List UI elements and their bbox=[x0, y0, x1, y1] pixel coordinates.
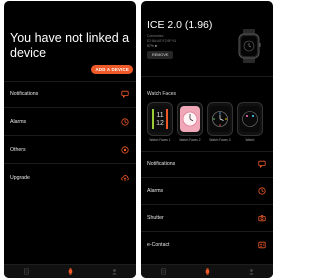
watch-face-item[interactable]: Watch Faces 3 bbox=[207, 102, 233, 142]
battery-level: 57% ■ bbox=[147, 44, 157, 48]
menu-item-label: Shutter bbox=[147, 215, 164, 221]
menu-item-label: Notifications bbox=[147, 161, 176, 167]
menu-item-others[interactable]: Others bbox=[4, 137, 136, 163]
clock-icon bbox=[120, 117, 130, 127]
page-title: You have not linked a device bbox=[10, 31, 130, 60]
watch-face-item[interactable]: Watch bbox=[237, 102, 263, 142]
svg-text:11: 11 bbox=[156, 112, 163, 119]
status-bar bbox=[4, 1, 136, 13]
watch-face-thumbnail bbox=[177, 102, 203, 136]
message-icon bbox=[257, 159, 267, 169]
menu-item-alarms[interactable]: Alarms bbox=[141, 178, 273, 204]
menu-item-label: e-Contact bbox=[147, 242, 170, 248]
menu-item-notifications[interactable]: Notifications bbox=[4, 81, 136, 107]
target-icon bbox=[120, 145, 130, 155]
watch-face-thumbnail bbox=[207, 102, 233, 136]
add-device-button[interactable]: ADD A DEVICE bbox=[91, 65, 133, 74]
menu-item-label: Alarms bbox=[10, 119, 27, 125]
camera-icon bbox=[257, 213, 267, 223]
watch-face-label: Watch Faces 2 bbox=[179, 138, 201, 142]
watch-icon[interactable] bbox=[203, 268, 211, 276]
watch-face-item[interactable]: 11 12 Watch Faces 1 bbox=[147, 102, 173, 142]
smartwatch-image bbox=[236, 29, 262, 63]
watch-face-thumbnail bbox=[237, 102, 263, 136]
menu-item-notifications[interactable]: Notifications bbox=[141, 151, 273, 177]
watch-faces-label: Watch Faces bbox=[147, 91, 176, 97]
menu-item-shutter[interactable]: Shutter bbox=[141, 205, 273, 231]
menu-item-label: Notifications bbox=[10, 91, 39, 97]
menu-item-label: Alarms bbox=[147, 188, 164, 194]
watch-face-label: Watch Faces 1 bbox=[149, 138, 171, 142]
divider bbox=[4, 135, 136, 136]
device-mac-address: E2:8A:AE:F2:9F:91 bbox=[147, 39, 177, 43]
divider bbox=[4, 107, 136, 108]
bottom-tab-bar bbox=[4, 264, 136, 278]
watch-faces-carousel[interactable]: 11 12 Watch Faces 1 Watch Faces 2 Watch F… bbox=[147, 102, 263, 142]
status-bar bbox=[141, 1, 273, 13]
device-name: ICE 2.0 (1.96) bbox=[147, 19, 213, 31]
document-icon[interactable] bbox=[159, 268, 167, 276]
watch-face-label: Watch Faces 3 bbox=[209, 138, 231, 142]
phone-screen-device-linked: ICE 2.0 (1.96) Connected E2:8A:AE:F2:9F:… bbox=[141, 1, 273, 278]
cloud-upload-icon bbox=[120, 173, 130, 183]
watch-face-thumbnail: 11 12 bbox=[147, 102, 173, 136]
divider bbox=[141, 76, 273, 77]
connection-status: Connected bbox=[147, 34, 164, 38]
profile-icon[interactable] bbox=[110, 268, 118, 276]
message-icon bbox=[120, 89, 130, 99]
phone-screen-no-device: You have not linked a device ADD A DEVIC… bbox=[4, 1, 136, 278]
document-icon[interactable] bbox=[22, 268, 30, 276]
watch-face-item[interactable]: Watch Faces 2 bbox=[177, 102, 203, 142]
svg-text:12: 12 bbox=[156, 120, 164, 127]
watch-face-label: Watch bbox=[245, 138, 255, 142]
profile-icon[interactable] bbox=[247, 268, 255, 276]
remove-device-button[interactable]: REMOVE bbox=[147, 51, 174, 59]
menu-item-alarms[interactable]: Alarms bbox=[4, 109, 136, 135]
divider bbox=[4, 163, 136, 164]
clock-icon bbox=[257, 186, 267, 196]
menu-item-upgrade[interactable]: Upgrade bbox=[4, 165, 136, 191]
menu-item-label: Others bbox=[10, 147, 26, 153]
contact-card-icon bbox=[257, 240, 267, 250]
watch-icon[interactable] bbox=[66, 268, 74, 276]
menu-item-e-contact[interactable]: e-Contact bbox=[141, 232, 273, 258]
bottom-tab-bar bbox=[141, 264, 273, 278]
menu-item-label: Upgrade bbox=[10, 175, 30, 181]
